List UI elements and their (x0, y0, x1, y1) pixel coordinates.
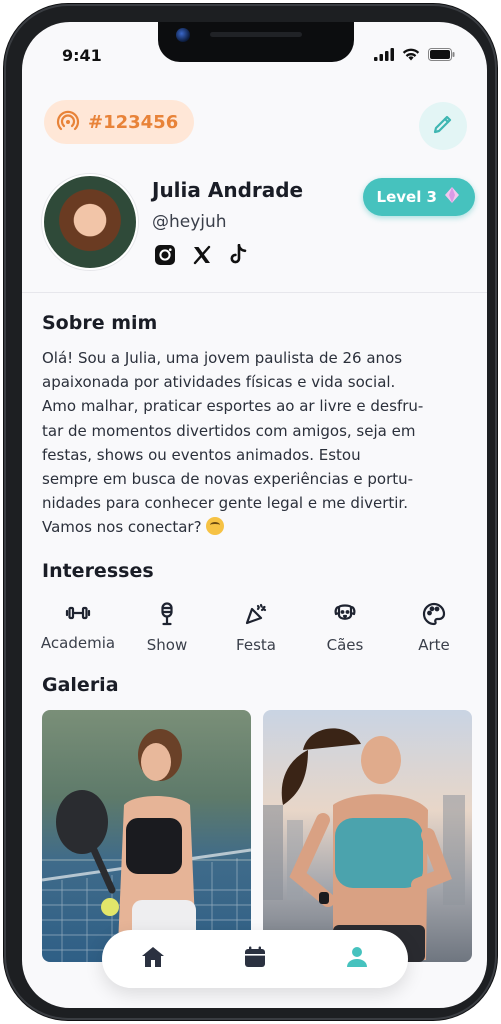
status-icons (374, 46, 455, 65)
interest-label: Festa (236, 636, 276, 654)
speaker (210, 32, 302, 37)
wifi-icon (402, 46, 420, 65)
about-line: Amo malhar, praticar esportes ao ar livr… (42, 397, 424, 416)
interest-label: Academia (40, 634, 116, 652)
tab-profile[interactable] (333, 935, 381, 983)
dog-icon (333, 602, 357, 630)
about-line: festas, shows ou eventos animados. Estou (42, 445, 361, 464)
gallery-photo-running[interactable] (263, 710, 472, 962)
app-screen: 9:41 #123456 Julia Andrade @heyjuh Level… (22, 22, 487, 1008)
palette-icon (422, 602, 446, 630)
dumbbell-icon (65, 602, 91, 628)
phone-frame: 9:41 #123456 Julia Andrade @heyjuh Level… (4, 4, 497, 1020)
battery-icon (428, 46, 455, 65)
about-line: sempre em busca de novas experiências e … (42, 470, 414, 489)
about-line: nidades para conhecer gente legal e me d… (42, 494, 408, 513)
status-time: 9:41 (62, 46, 102, 65)
interest-item[interactable]: Academia (36, 602, 120, 654)
interest-label: Arte (418, 636, 450, 654)
user-id-tag[interactable]: #123456 (44, 100, 195, 144)
about-line-last: Vamos nos conectar? (42, 515, 472, 539)
interest-item[interactable]: Cães (303, 602, 387, 654)
about-title: Sobre mim (42, 312, 158, 334)
broadcast-icon (56, 108, 80, 137)
edit-profile-button[interactable] (419, 102, 467, 150)
interest-item[interactable]: Show (125, 602, 209, 654)
about-line: Olá! Sou a Julia, uma jovem paulista de … (42, 349, 403, 367)
about-text: Olá! Sou a Julia, uma jovem paulista de … (42, 346, 472, 540)
interests-list: Academia Show Festa Cães Arte (36, 602, 476, 654)
profile-handle: @heyjuh (152, 212, 227, 232)
interest-label: Cães (326, 636, 364, 654)
signal-icon (374, 46, 394, 65)
smiling-face-icon (206, 517, 225, 536)
instagram-icon[interactable] (154, 244, 176, 270)
party-popper-icon (244, 602, 268, 630)
level-badge[interactable]: Level 3 (362, 178, 475, 216)
gallery-photo-padel[interactable] (42, 710, 251, 962)
pencil-icon (431, 112, 455, 140)
x-icon[interactable] (192, 245, 212, 269)
interest-item[interactable]: Festa (214, 602, 298, 654)
about-line: apaixonada por atividades físicas e vida… (42, 373, 396, 392)
tiktok-icon[interactable] (228, 243, 248, 270)
profile-name: Julia Andrade (152, 178, 304, 202)
user-icon (345, 945, 369, 973)
notch (158, 22, 354, 62)
about-line: Vamos nos conectar? (42, 518, 202, 537)
header-divider (22, 292, 487, 293)
gallery-grid (42, 710, 472, 962)
microphone-icon (156, 602, 178, 630)
user-id-text: #123456 (88, 111, 179, 133)
diamond-icon (443, 186, 461, 208)
tab-home[interactable] (129, 935, 177, 983)
camera (176, 28, 190, 42)
about-line: tar de momentos divertidos com amigos, s… (42, 421, 416, 440)
interest-item[interactable]: Arte (392, 602, 476, 654)
calendar-icon (243, 945, 267, 973)
level-label: Level 3 (376, 188, 437, 206)
tab-calendar[interactable] (231, 935, 279, 983)
interests-title: Interesses (42, 560, 154, 582)
gallery-title: Galeria (42, 674, 119, 696)
avatar[interactable] (42, 174, 138, 270)
social-links (154, 243, 248, 270)
interest-label: Show (146, 636, 188, 654)
bottom-tab-bar (102, 930, 408, 988)
home-icon (140, 945, 166, 973)
